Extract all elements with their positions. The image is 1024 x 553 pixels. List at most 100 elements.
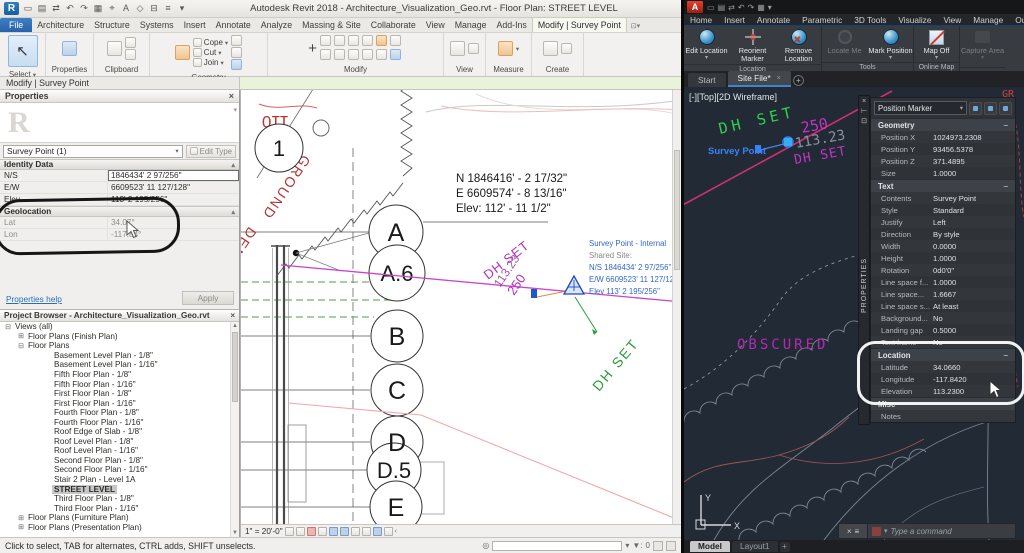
locate-me-button[interactable]: Locate Me xyxy=(822,28,867,55)
identity-data-header[interactable]: Identity Data▴ xyxy=(0,159,239,170)
close-icon[interactable]: × xyxy=(847,527,852,536)
section-text[interactable]: Text− xyxy=(871,179,1015,192)
toolbar-icon[interactable]: ▤ xyxy=(718,3,726,12)
reveal-hidden-icon[interactable] xyxy=(362,527,371,536)
reorient-marker-button[interactable]: Reorient Marker xyxy=(730,28,775,64)
property-row[interactable]: Position Z 371.4895 xyxy=(871,155,1015,167)
select-toggle-icon[interactable] xyxy=(653,541,663,551)
tree-item[interactable]: ⊞ Floor Plans (Presentation Plan) xyxy=(0,522,239,532)
tree-expand-icon[interactable]: ⊞ xyxy=(16,514,26,522)
toggle-pickadd-icon[interactable] xyxy=(969,102,982,115)
pin-icon[interactable] xyxy=(362,49,373,60)
toolbar-icon[interactable]: ⇄ xyxy=(728,3,735,12)
create-similar-icon[interactable] xyxy=(561,43,572,54)
tree-item[interactable]: STREET LEVEL xyxy=(0,484,239,494)
new-layout-button[interactable]: + xyxy=(780,542,790,552)
crop-region-icon[interactable] xyxy=(340,527,349,536)
section-misc[interactable]: Misc− xyxy=(871,397,1015,410)
property-row[interactable]: Line space f... 1.0000 xyxy=(871,276,1015,288)
tree-item[interactable]: First Floor Plan - 1/8" xyxy=(0,389,239,399)
property-row[interactable]: Contents Survey Point xyxy=(871,192,1015,204)
links-toggle-icon[interactable] xyxy=(666,541,676,551)
tree-item[interactable]: Third Floor Plan - 1/8" xyxy=(0,494,239,504)
scale-icon[interactable] xyxy=(348,49,359,60)
property-row[interactable]: Latitude 34.0660 xyxy=(871,361,1015,373)
property-row[interactable]: Notes xyxy=(871,410,1015,422)
array-icon[interactable] xyxy=(334,49,345,60)
tree-item[interactable]: Roof Level Plan - 1/16" xyxy=(0,446,239,456)
properties-icon[interactable] xyxy=(62,41,77,56)
property-row[interactable]: E/W 6609523' 11 127/128" xyxy=(0,182,239,194)
tree-item[interactable]: Roof Level Plan - 1/8" xyxy=(0,437,239,447)
mark-position-button[interactable]: Mark Position▾ xyxy=(868,28,913,62)
close-icon[interactable]: × xyxy=(229,91,234,101)
toolbar-icon[interactable]: ⇄ xyxy=(50,2,62,15)
ribbon-tab[interactable]: Annotate xyxy=(211,18,256,32)
map-off-button[interactable]: Map Off▾ xyxy=(914,28,959,62)
tree-expand-icon[interactable]: ⊟ xyxy=(16,342,26,350)
toolbar-icon[interactable]: ⊟ xyxy=(148,2,160,15)
scrollbar-thumb[interactable] xyxy=(674,150,680,270)
preview-scroll-icon[interactable]: ▾ xyxy=(233,106,237,114)
tree-expand-icon[interactable]: ⊞ xyxy=(16,523,26,531)
ribbon-tab[interactable]: Modify | Survey Point xyxy=(532,17,627,32)
delete-icon[interactable] xyxy=(390,49,401,60)
tab-layout1[interactable]: Layout1 xyxy=(732,541,778,552)
property-row[interactable]: Direction By style xyxy=(871,228,1015,240)
geolocation-header[interactable]: Geolocation▴ xyxy=(0,206,239,217)
toolbar-icon[interactable]: ↷ xyxy=(748,3,755,12)
property-row[interactable]: Line space... 1.6667 xyxy=(871,288,1015,300)
property-row[interactable]: Position Y 93456.5378 xyxy=(871,143,1015,155)
properties-help-link[interactable]: Properties help xyxy=(6,294,62,304)
sun-path-icon[interactable] xyxy=(307,527,316,536)
tree-item[interactable]: First Floor Plan - 1/16" xyxy=(0,398,239,408)
toolbar-icon[interactable]: ↶ xyxy=(64,2,76,15)
ribbon-tab[interactable]: Add-Ins xyxy=(491,18,531,32)
ribbon-tab[interactable]: Visualize xyxy=(892,15,937,25)
quick-select-icon[interactable] xyxy=(999,102,1012,115)
view-icon[interactable] xyxy=(450,41,465,56)
scrollbar[interactable] xyxy=(672,90,681,524)
property-row[interactable]: Height 1.0000 xyxy=(871,252,1015,264)
copy-tool-icon[interactable] xyxy=(320,49,331,60)
tree-item[interactable]: ⊞ Floor Plans (Finish Plan) xyxy=(0,332,239,342)
ribbon-tab[interactable]: Home xyxy=(684,15,718,25)
offset-icon[interactable] xyxy=(334,35,345,46)
tree-expand-icon[interactable]: ⊞ xyxy=(16,332,26,340)
property-row[interactable]: Line space s... At least xyxy=(871,300,1015,312)
ribbon-tab[interactable]: Massing & Site xyxy=(297,18,366,32)
paste-icon[interactable] xyxy=(107,41,122,56)
toolbar-icon[interactable]: ≡ xyxy=(162,2,174,15)
tab-site-file[interactable]: Site File*× xyxy=(728,71,791,87)
filter-icon[interactable]: ▼: xyxy=(632,541,642,550)
crop-view-icon[interactable] xyxy=(329,527,338,536)
toolbar-icon[interactable]: A xyxy=(120,2,132,15)
tree-item[interactable]: ⊟ Floor Plans xyxy=(0,341,239,351)
property-row[interactable]: Lat 34.07° xyxy=(0,217,239,229)
apply-button[interactable]: Apply xyxy=(182,291,234,305)
tree-item[interactable]: ⊞ Floor Plans (Furniture Plan) xyxy=(0,513,239,523)
autocad-drawing-area[interactable]: [-][Top][2D Wireframe] DH SET Survey Poi… xyxy=(684,87,1024,540)
view-scale[interactable]: 1" = 20'-0" xyxy=(245,527,283,536)
tree-expand-icon[interactable]: ⊟ xyxy=(3,323,13,331)
ribbon-tab[interactable]: Insert xyxy=(718,15,751,25)
mirror-icon[interactable] xyxy=(348,35,359,46)
unpin-icon[interactable] xyxy=(376,49,387,60)
property-row[interactable]: Elev 113' 2 195/256" xyxy=(0,194,239,206)
chevron-down-icon[interactable]: ▾ xyxy=(625,541,629,550)
ribbon-tab[interactable]: View xyxy=(937,15,967,25)
align-icon[interactable] xyxy=(320,35,331,46)
property-row[interactable]: Longitude -117.8420 xyxy=(871,373,1015,385)
property-row[interactable]: N/S 1846434' 2 97/256" xyxy=(0,170,239,182)
new-tab-button[interactable]: + xyxy=(793,75,804,86)
modify-button[interactable]: ↖ xyxy=(8,35,38,67)
property-row[interactable]: Width 0.0000 xyxy=(871,240,1015,252)
ribbon-tab[interactable]: Structure xyxy=(89,18,135,32)
property-row[interactable]: Text frame No xyxy=(871,336,1015,348)
tree-item[interactable]: Fourth Floor Plan - 1/8" xyxy=(0,408,239,418)
tree-item[interactable]: Fifth Floor Plan - 1/16" xyxy=(0,379,239,389)
section-geometry[interactable]: Geometry− xyxy=(871,118,1015,131)
rotate-icon[interactable] xyxy=(362,35,373,46)
ribbon-tab[interactable]: Architecture xyxy=(32,18,89,32)
close-icon[interactable]: × xyxy=(230,311,235,320)
